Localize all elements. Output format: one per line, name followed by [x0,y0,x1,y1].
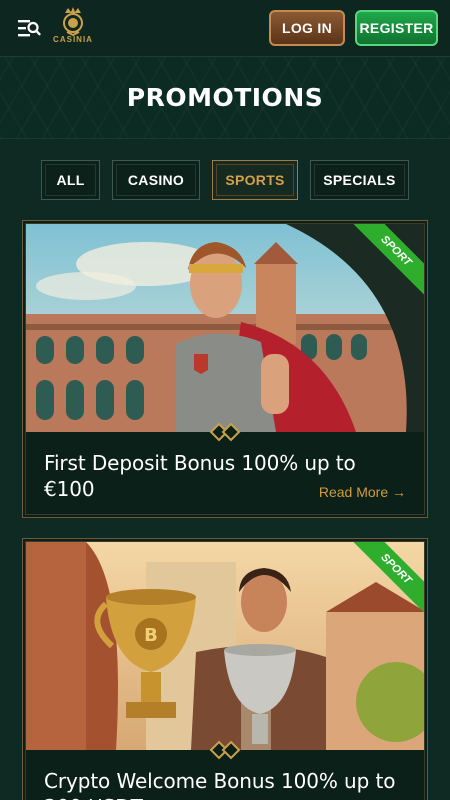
menu-search-button[interactable] [16,16,42,40]
promo-title: Crypto Welcome Bonus 100% up to 200 USDT [44,769,396,800]
promo-body: Crypto Welcome Bonus 100% up to 200 USDT [26,750,424,800]
promo-body: First Deposit Bonus 100% up to €100 Read… [26,432,424,502]
tab-casino[interactable]: CASINO [112,160,200,200]
page-title: PROMOTIONS [126,83,324,112]
tab-sports[interactable]: SPORTS [212,160,298,200]
lion-crown-icon [63,7,83,36]
promo-image: SPORT [26,224,424,432]
brand-name: CASINIA [53,35,93,44]
promo-card[interactable]: B SPORT Crypto Welcome Bonus 100% up to … [22,538,428,800]
tab-specials[interactable]: SPECIALS [310,160,409,200]
top-header: CASINIA LOG IN REGISTER [0,0,450,57]
tab-all[interactable]: ALL [41,160,100,200]
page-banner: PROMOTIONS [0,57,450,139]
read-more-link[interactable]: Read More → [319,484,406,500]
menu-search-icon [18,20,41,37]
promo-image: B SPORT [26,542,424,750]
brand-logo[interactable]: CASINIA [52,6,94,52]
register-button[interactable]: REGISTER [355,10,438,46]
promo-card[interactable]: SPORT First Deposit Bonus 100% up to €10… [22,220,428,518]
svg-text:B: B [144,625,158,646]
login-button[interactable]: LOG IN [269,10,345,46]
